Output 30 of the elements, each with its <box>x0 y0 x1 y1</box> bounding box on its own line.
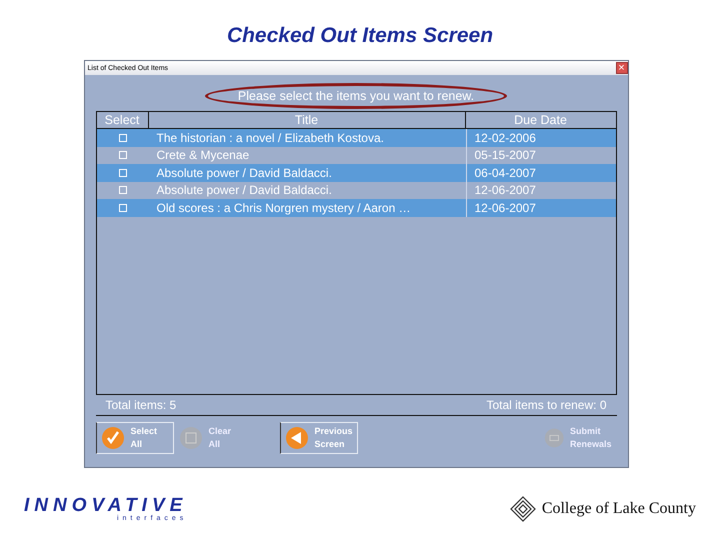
table-row[interactable]: Absolute power / David Baldacci. 12-06-2007 <box>96 182 616 199</box>
college-name: College of Lake County <box>542 500 696 518</box>
column-header: Select <box>96 112 148 128</box>
title-cell-text: Old scores : a Chris Norgren mystery / Aaron … <box>156 200 412 216</box>
title-cell-text: Crete & Mycenae <box>156 147 250 164</box>
table-row[interactable]: Crete & Mycenae 05-15-2007 <box>96 146 616 164</box>
close-button[interactable]: × <box>616 62 628 74</box>
instruction-text: Please select the items you want to renew. <box>204 83 508 109</box>
checkbox[interactable] <box>118 186 126 194</box>
table-row[interactable]: Old scores : a Chris Norgren mystery / Aaron … 12-06-2007 <box>96 199 616 216</box>
checkbox[interactable] <box>118 168 126 177</box>
checkmark-icon <box>100 426 124 450</box>
checkbox[interactable] <box>118 151 126 160</box>
column-header: Title <box>148 112 466 128</box>
checkbox[interactable] <box>118 204 126 212</box>
total-to-renew: Total items to renew: 0 <box>486 398 606 412</box>
table-row[interactable]: Absolute power / David Baldacci. 06-04-2007 <box>96 164 616 182</box>
title-cell-text: Absolute power / David Baldacci. <box>156 182 333 199</box>
check-button[interactable]: Select All <box>96 422 174 454</box>
maze-logo-icon <box>510 496 536 522</box>
back-button[interactable]: Previous Screen <box>280 422 358 454</box>
slide-title: Checked Out Items Screen <box>226 24 494 49</box>
table-row[interactable]: The historian : a novel / Elizabeth Kostova. 12-02-2006 <box>96 129 616 146</box>
checkbox[interactable] <box>118 134 126 142</box>
column-header: Due Date <box>513 112 568 128</box>
logo-text: INNOVATIVE <box>24 496 188 515</box>
total-items: Total items: 5 <box>106 398 176 412</box>
due-date-cell: 12-06-2007 <box>466 199 616 216</box>
title-cell-text: Absolute power / David Baldacci. <box>156 164 333 182</box>
title-cell-text: The historian : a novel / Elizabeth Kostova. <box>156 130 385 146</box>
